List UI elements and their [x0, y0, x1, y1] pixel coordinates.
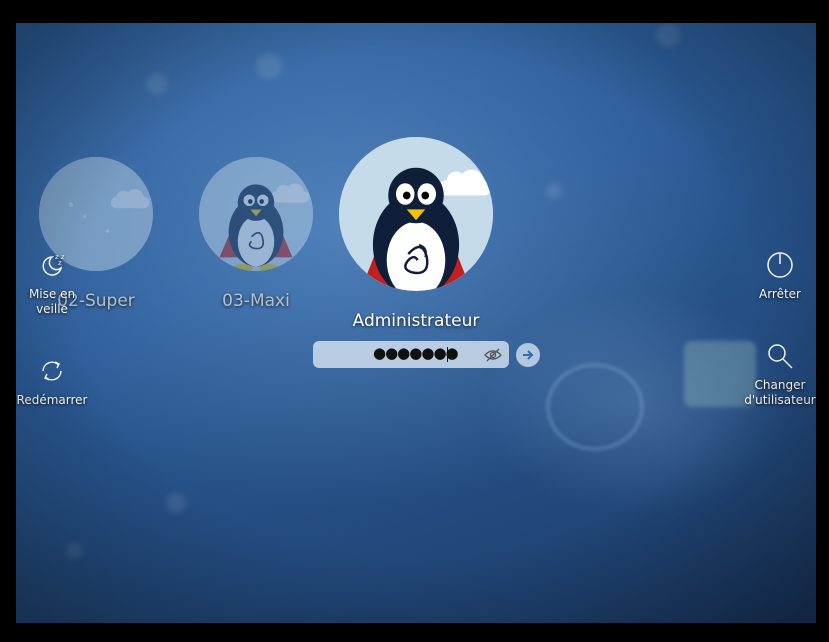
sleep-label: Mise en veille — [28, 287, 76, 316]
password-value: ●●●●●●● — [373, 344, 459, 362]
svg-text:z: z — [58, 259, 62, 267]
power-icon — [766, 251, 794, 279]
text-caret — [447, 347, 448, 362]
penguin-avatar-icon — [199, 157, 313, 271]
user-card-03-maxi[interactable]: 03-Maxi — [198, 157, 314, 311]
penguin-avatar-icon — [339, 137, 493, 291]
background-bokeh — [256, 53, 282, 79]
background-bokeh — [146, 73, 168, 95]
restart-icon — [38, 357, 66, 385]
search-icon — [766, 342, 794, 370]
switch-user-button[interactable]: Changer d'utilisateur — [736, 342, 816, 408]
arrow-right-icon — [523, 350, 534, 360]
user-avatar[interactable] — [199, 157, 313, 271]
eye-slash-icon[interactable] — [483, 345, 503, 365]
user-name: Administrateur — [352, 311, 480, 331]
background-bokeh — [546, 183, 562, 199]
restart-label: Redémarrer — [16, 393, 88, 407]
background-bokeh — [656, 23, 680, 47]
password-field[interactable]: ●●●●●●● — [313, 341, 509, 368]
login-button[interactable] — [516, 343, 540, 367]
restart-button[interactable]: Redémarrer — [16, 357, 94, 408]
switch-user-label: Changer d'utilisateur — [744, 378, 816, 407]
sleep-button[interactable]: z z z Mise en veille — [16, 251, 88, 317]
user-name: 03-Maxi — [222, 291, 290, 311]
background-bokeh — [66, 543, 82, 559]
shutdown-label: Arrêter — [758, 287, 801, 301]
login-screen: 02-Super 03-Maxi Administrateur ●●●●●●● … — [16, 23, 816, 623]
background-swirl — [546, 363, 644, 451]
background-bokeh — [166, 493, 186, 513]
shutdown-button[interactable]: Arrêter — [744, 251, 816, 302]
user-avatar[interactable] — [339, 137, 493, 291]
moon-zzz-icon: z z z — [38, 251, 66, 279]
user-card-administrateur[interactable]: Administrateur — [336, 137, 496, 331]
